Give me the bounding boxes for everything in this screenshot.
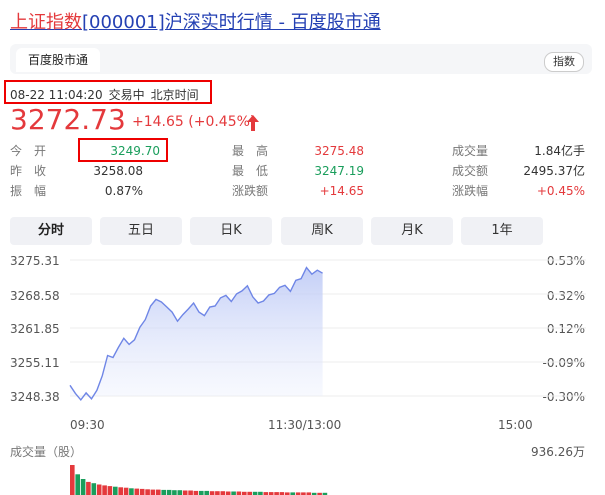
stats-row: 昨 收 3258.08 最 低 3247.19 成交额 2495.37亿 — [0, 162, 605, 180]
price-area — [70, 267, 323, 400]
x-tick-label: 15:00 — [498, 418, 533, 432]
tab-daily-k[interactable]: 日K — [190, 217, 272, 245]
intraday-chart[interactable]: 3275.31 3268.58 3261.85 3255.11 3248.38 … — [0, 250, 605, 495]
high-value: 3275.48 — [314, 144, 364, 158]
amplitude-value: 0.87% — [104, 184, 143, 198]
volume-bar — [113, 486, 118, 495]
volume-bar — [215, 491, 220, 495]
volume-bar — [161, 489, 166, 495]
source-tabbar: 百度股市通 指数 — [10, 44, 592, 74]
tab-weekly-k[interactable]: 周K — [281, 217, 363, 245]
volume-bar — [231, 491, 236, 495]
tab-monthly-k[interactable]: 月K — [371, 217, 453, 245]
volume-bar — [70, 465, 75, 495]
stats-row: 振 幅 0.87% 涨跌额 +14.65 涨跌幅 +0.45% — [0, 182, 605, 200]
volume-bar — [118, 487, 123, 495]
volume-bar — [86, 481, 91, 495]
volume-bar — [107, 486, 113, 495]
volume-bar — [220, 491, 226, 495]
highlight-box-open — [78, 138, 168, 162]
volume-bar — [75, 474, 80, 495]
change-amount-value: +14.65 — [319, 184, 364, 198]
change-amount-label: 涨跌额 — [232, 184, 269, 198]
tab-1year[interactable]: 1年 — [461, 217, 543, 245]
volume-bar — [80, 479, 86, 495]
tab-intraday[interactable]: 分时 — [10, 217, 92, 245]
volume-bar — [182, 490, 188, 495]
turnover-label: 成交额 — [452, 164, 489, 178]
volume-bar — [91, 483, 97, 495]
volume-bar — [225, 491, 231, 495]
prev-close-label: 昨 收 — [10, 164, 47, 178]
high-label: 最 高 — [232, 144, 269, 158]
volume-bar — [123, 487, 129, 495]
volume-bar — [129, 488, 134, 495]
volume-bar — [156, 489, 161, 495]
volume-bar — [209, 491, 215, 495]
low-value: 3247.19 — [314, 164, 364, 178]
volume-bar — [236, 491, 242, 495]
highlight-box-datetime — [4, 80, 212, 104]
volume-bar — [172, 490, 177, 495]
period-tabs: 分时 五日 日K 周K 月K 1年 — [10, 217, 595, 245]
amplitude-label: 振 幅 — [10, 184, 47, 198]
price-plot — [69, 259, 586, 495]
title-index-name[interactable]: 上证指数 — [10, 12, 82, 33]
prev-close-value: 3258.08 — [93, 164, 143, 178]
volume-bar — [134, 488, 140, 495]
volume-title: 成交量（股） — [10, 445, 83, 459]
tab-5day[interactable]: 五日 — [100, 217, 182, 245]
volume-label: 成交量 — [452, 144, 489, 158]
volume-value: 1.84亿手 — [534, 144, 585, 158]
x-tick-label: 09:30 — [70, 418, 105, 432]
x-tick-label: 11:30/13:00 — [268, 418, 342, 432]
up-arrow-icon — [247, 115, 259, 131]
volume-bar — [96, 484, 102, 495]
volume-bar — [188, 490, 193, 495]
tab-baidu-stock[interactable]: 百度股市通 — [16, 48, 101, 72]
volume-bar — [204, 490, 209, 495]
current-price: 3272.73 — [10, 103, 126, 136]
volume-max-label: 936.26万 — [531, 445, 585, 459]
page-title[interactable]: 上证指数[000001]沪深实时行情 - 百度股市通 — [10, 8, 381, 34]
volume-bar — [193, 490, 199, 495]
volume-bar — [199, 490, 204, 495]
volume-bar — [102, 485, 107, 495]
index-tag[interactable]: 指数 — [544, 52, 584, 72]
change-pct-value: +0.45% — [536, 184, 585, 198]
volume-bar — [145, 489, 150, 495]
volume-bar — [177, 490, 183, 495]
change-pct-label: 涨跌幅 — [452, 184, 489, 198]
open-label: 今 开 — [10, 144, 47, 158]
volume-bar — [166, 489, 172, 495]
price-change: +14.65 (+0.45%) — [132, 114, 256, 130]
volume-bar — [139, 488, 145, 495]
volume-bar — [150, 489, 156, 495]
title-rest[interactable]: [000001]沪深实时行情 - 百度股市通 — [82, 12, 381, 33]
low-label: 最 低 — [232, 164, 269, 178]
turnover-value: 2495.37亿 — [523, 164, 585, 178]
